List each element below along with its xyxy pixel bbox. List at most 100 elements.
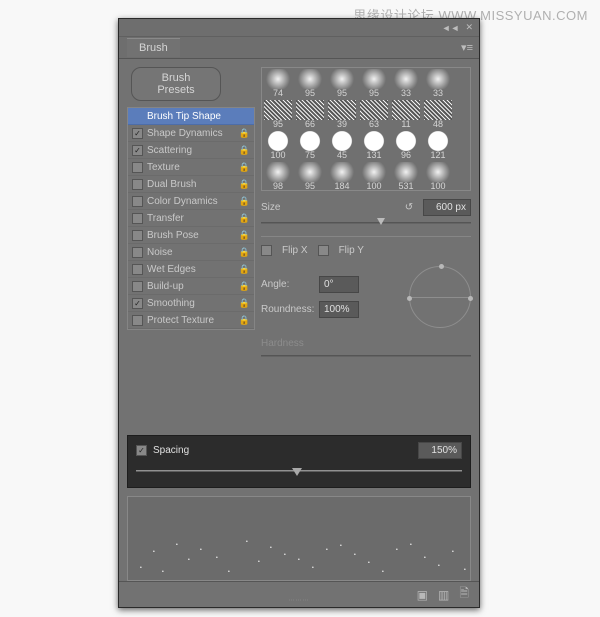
option-shape-dynamics[interactable]: ✓Shape Dynamics🔒 <box>128 125 254 142</box>
brush-thumb[interactable]: 95 <box>262 99 294 130</box>
close-icon[interactable]: ✕ <box>465 22 473 33</box>
option-label: Smoothing <box>147 298 235 309</box>
brush-thumb[interactable]: 95 <box>326 68 358 99</box>
brush-thumb-size: 95 <box>326 89 358 98</box>
spacing-checkbox[interactable]: ✓ <box>136 445 147 456</box>
lock-icon[interactable]: 🔒 <box>239 298 250 309</box>
brush-thumb-size: 95 <box>262 120 294 129</box>
brush-thumb-size: 121 <box>422 151 454 160</box>
panel-menu-icon[interactable]: ▾≡ <box>461 41 473 54</box>
option-label: Noise <box>147 247 235 258</box>
brush-thumb[interactable]: 100 <box>358 161 390 191</box>
lock-icon[interactable]: 🔒 <box>239 162 250 173</box>
lock-icon[interactable]: 🔒 <box>239 145 250 156</box>
lock-icon[interactable]: 🔒 <box>239 315 250 326</box>
brush-thumb-size: 39 <box>326 120 358 129</box>
lock-icon[interactable]: 🔒 <box>239 179 250 190</box>
brush-thumb-size: 75 <box>294 151 326 160</box>
spacing-field[interactable] <box>418 442 462 459</box>
brush-thumb[interactable]: 63 <box>358 99 390 130</box>
option-label: Brush Tip Shape <box>147 111 250 122</box>
lock-icon[interactable]: 🔒 <box>239 264 250 275</box>
spacing-label: Spacing <box>153 445 189 456</box>
brush-thumb[interactable]: 33 <box>390 68 422 99</box>
angle-wheel[interactable] <box>409 266 471 328</box>
spacing-slider[interactable] <box>136 465 462 477</box>
brush-thumb[interactable]: 121 <box>422 130 454 161</box>
tab-brush[interactable]: Brush <box>127 38 180 57</box>
new-brush-icon[interactable]: ▥ <box>438 588 449 602</box>
option-scattering[interactable]: ✓Scattering🔒 <box>128 142 254 159</box>
create-preset-icon[interactable]: 🗎 <box>459 584 469 605</box>
size-field[interactable] <box>423 199 471 216</box>
brush-thumb[interactable]: 100 <box>422 161 454 191</box>
roundness-field[interactable] <box>319 301 359 318</box>
option-checkbox[interactable] <box>132 315 143 326</box>
option-checkbox[interactable] <box>132 230 143 241</box>
option-protect-texture[interactable]: Protect Texture 🔒 <box>128 312 254 329</box>
option-checkbox[interactable] <box>132 162 143 173</box>
brush-thumb[interactable]: 48 <box>422 99 454 130</box>
brush-thumb[interactable]: 39 <box>326 99 358 130</box>
option-checkbox[interactable] <box>132 179 143 190</box>
option-brush-pose[interactable]: Brush Pose🔒 <box>128 227 254 244</box>
option-label: Protect Texture <box>147 315 235 326</box>
resize-handle[interactable]: ⋯⋯⋯ <box>289 597 310 604</box>
brush-thumb[interactable]: 95 <box>358 68 390 99</box>
brush-thumb[interactable]: 33 <box>422 68 454 99</box>
option-smoothing[interactable]: ✓ Smoothing 🔒 <box>128 295 254 312</box>
lock-icon[interactable]: 🔒 <box>239 230 250 241</box>
brush-thumbnails[interactable]: 7495959533339566396311481007545131961219… <box>261 67 471 191</box>
size-slider[interactable] <box>261 218 471 228</box>
option-checkbox[interactable] <box>132 196 143 207</box>
option-checkbox[interactable]: ✓ <box>132 298 143 309</box>
brush-thumb[interactable]: 95 <box>294 68 326 99</box>
brush-thumb-size: 63 <box>358 120 390 129</box>
brush-thumb[interactable]: 11 <box>390 99 422 130</box>
option-checkbox[interactable]: ✓ <box>132 145 143 156</box>
flipx-label: Flip X <box>282 245 308 256</box>
brush-thumb-size: 74 <box>262 89 294 98</box>
option-checkbox[interactable]: ✓ <box>132 128 143 139</box>
option-texture[interactable]: Texture🔒 <box>128 159 254 176</box>
brush-thumb-size: 48 <box>422 120 454 129</box>
toggle-preview-icon[interactable]: ▣ <box>417 588 428 602</box>
lock-icon[interactable]: 🔒 <box>239 196 250 207</box>
brush-thumb[interactable]: 98 <box>262 161 294 191</box>
lock-icon[interactable]: 🔒 <box>239 128 250 139</box>
angle-field[interactable] <box>319 276 359 293</box>
option-build-up[interactable]: Build-up🔒 <box>128 278 254 295</box>
option-checkbox[interactable] <box>132 264 143 275</box>
brush-thumb[interactable]: 96 <box>390 130 422 161</box>
option-checkbox[interactable] <box>132 213 143 224</box>
option-noise[interactable]: Noise 🔒 <box>128 244 254 261</box>
brush-thumb[interactable]: 100 <box>262 130 294 161</box>
lock-icon[interactable]: 🔒 <box>239 281 250 292</box>
brush-thumb[interactable]: 45 <box>326 130 358 161</box>
option-transfer[interactable]: Transfer🔒 <box>128 210 254 227</box>
lock-icon[interactable]: 🔒 <box>239 213 250 224</box>
option-wet-edges[interactable]: Wet Edges🔒 <box>128 261 254 278</box>
size-reset-icon[interactable]: ↺ <box>401 201 417 215</box>
brush-thumb[interactable]: 66 <box>294 99 326 130</box>
brush-thumb-size: 95 <box>294 182 326 191</box>
brush-thumb[interactable]: 184 <box>326 161 358 191</box>
brush-thumb[interactable]: 74 <box>262 68 294 99</box>
roundness-label: Roundness: <box>261 304 319 315</box>
panel-tab-row: Brush ▾≡ <box>119 37 479 59</box>
option-brush-tip-shape[interactable]: Brush Tip Shape <box>128 108 254 125</box>
brush-thumb[interactable]: 75 <box>294 130 326 161</box>
brush-thumb[interactable]: 531 <box>390 161 422 191</box>
flipy-checkbox[interactable] <box>318 245 329 256</box>
option-dual-brush[interactable]: Dual Brush🔒 <box>128 176 254 193</box>
flipx-checkbox[interactable] <box>261 245 272 256</box>
option-color-dynamics[interactable]: Color Dynamics🔒 <box>128 193 254 210</box>
size-label: Size <box>261 202 319 213</box>
lock-icon[interactable]: 🔒 <box>239 247 250 258</box>
brush-presets-button[interactable]: Brush Presets <box>131 67 221 101</box>
option-checkbox[interactable] <box>132 247 143 258</box>
brush-thumb[interactable]: 95 <box>294 161 326 191</box>
brush-thumb[interactable]: 131 <box>358 130 390 161</box>
option-checkbox[interactable] <box>132 281 143 292</box>
collapse-icon[interactable]: ◄◄ <box>442 23 460 33</box>
